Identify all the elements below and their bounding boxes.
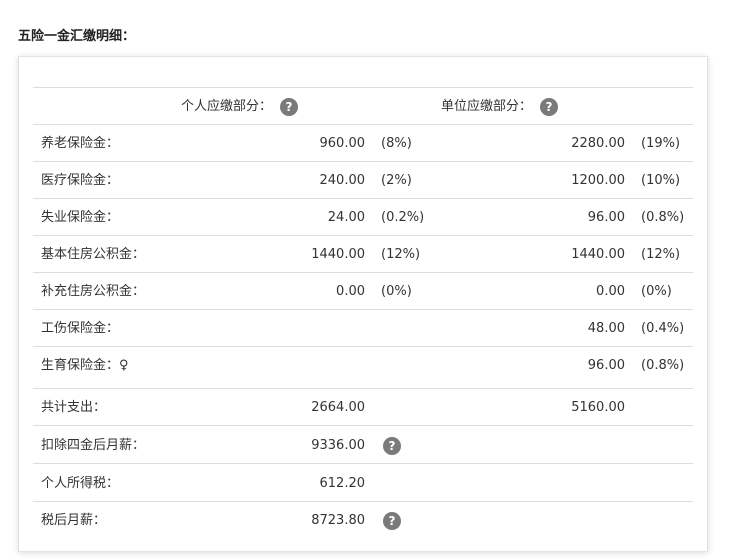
personal-amount: 240.00 <box>319 173 366 188</box>
personal-rate: (8%) <box>381 136 412 151</box>
company-help-icon[interactable]: ? <box>540 98 558 116</box>
company-amount: 48.00 <box>587 321 625 336</box>
personal-rate: (12%) <box>381 247 421 262</box>
summary-personal-amount: 9336.00 <box>311 438 365 453</box>
row-label: 补充住房公积金： <box>41 284 146 299</box>
company-amount: 0.00 <box>596 284 625 299</box>
divider <box>33 235 693 236</box>
company-rate: (12%) <box>641 247 681 262</box>
divider <box>33 87 693 88</box>
company-rate: (10%) <box>641 173 681 188</box>
divider <box>33 463 693 464</box>
company-rate: (19%) <box>641 136 681 151</box>
company-amount: 1440.00 <box>571 247 625 262</box>
personal-rate: (2%) <box>381 173 412 188</box>
company-amount: 96.00 <box>587 210 625 225</box>
company-rate: (0.4%) <box>641 321 685 336</box>
personal-amount: 0.00 <box>336 284 365 299</box>
net-salary-help-icon[interactable]: ? <box>383 437 401 455</box>
insurance-detail-panel: 个人应缴部分： ? 单位应缴部分： ? 养老保险金： 960.00 (8%) 2… <box>18 56 708 552</box>
row-label: 生育保险金：♀ <box>41 358 129 373</box>
summary-label: 扣除四金后月薪： <box>41 438 146 453</box>
section-title: 五险一金汇缴明细： <box>18 29 136 44</box>
summary-personal-amount: 612.20 <box>319 476 366 491</box>
personal-amount: 24.00 <box>327 210 365 225</box>
summary-company-amount: 5160.00 <box>571 400 625 415</box>
divider <box>33 198 693 199</box>
row-label: 医疗保险金： <box>41 173 120 188</box>
company-rate: (0%) <box>641 284 672 299</box>
personal-rate: (0.2%) <box>381 210 425 225</box>
divider <box>33 425 693 426</box>
personal-rate: (0%) <box>381 284 412 299</box>
row-label: 基本住房公积金： <box>41 247 146 262</box>
summary-personal-amount: 2664.00 <box>311 400 365 415</box>
summary-personal-amount: 8723.80 <box>311 513 365 528</box>
divider <box>33 161 693 162</box>
summary-label: 共计支出： <box>41 400 107 415</box>
row-label: 工伤保险金： <box>41 321 120 336</box>
divider <box>33 388 693 389</box>
company-rate: (0.8%) <box>641 210 685 225</box>
divider <box>33 346 693 347</box>
personal-amount: 1440.00 <box>311 247 365 262</box>
personal-help-icon[interactable]: ? <box>280 98 298 116</box>
header-company: 单位应缴部分： <box>441 99 533 114</box>
company-amount: 96.00 <box>587 358 625 373</box>
personal-amount: 960.00 <box>319 136 366 151</box>
row-label: 失业保险金： <box>41 210 120 225</box>
after-tax-help-icon[interactable]: ? <box>383 512 401 530</box>
summary-label: 个人所得税： <box>41 476 120 491</box>
header-personal: 个人应缴部分： <box>181 99 273 114</box>
company-amount: 1200.00 <box>571 173 625 188</box>
summary-label: 税后月薪： <box>41 513 107 528</box>
company-rate: (0.8%) <box>641 358 685 373</box>
company-amount: 2280.00 <box>571 136 625 151</box>
divider <box>33 501 693 502</box>
divider <box>33 124 693 125</box>
row-label: 养老保险金： <box>41 136 120 151</box>
divider <box>33 309 693 310</box>
divider <box>33 272 693 273</box>
